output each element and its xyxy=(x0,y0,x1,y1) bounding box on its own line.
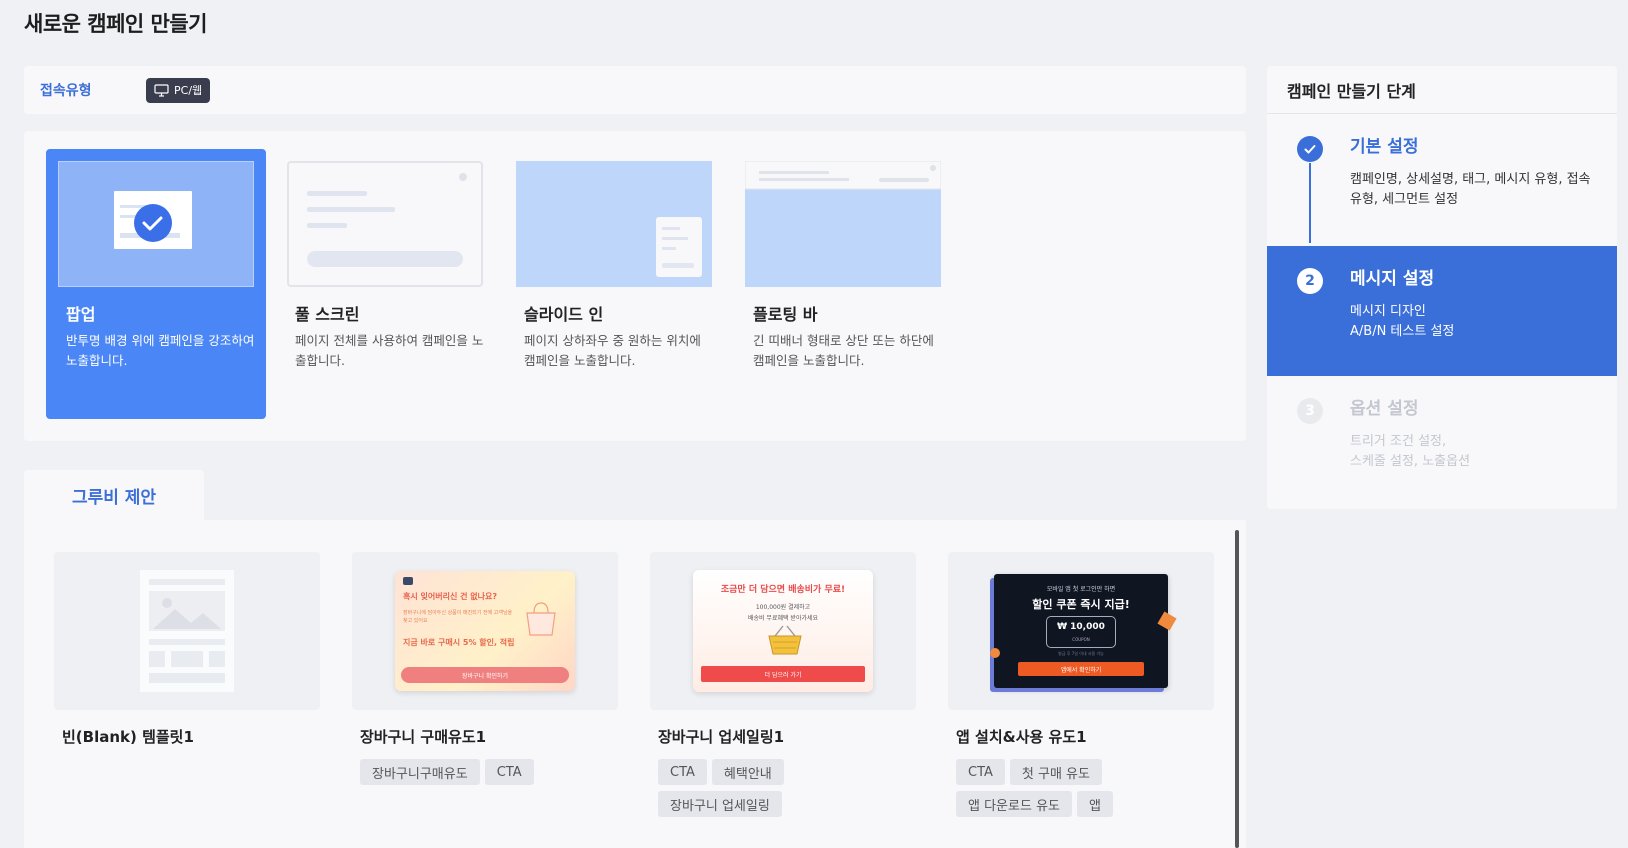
slide-in-thumbnail xyxy=(516,161,712,287)
tag: 앱 xyxy=(1077,791,1113,817)
type-card-slide-in[interactable]: 슬라이드 인 페이지 상하좌우 중 원하는 위치에 캠페인을 노출합니다. xyxy=(504,149,724,419)
step-title: 메시지 설정 xyxy=(1350,269,1435,289)
preview-top: 모바일 앱 첫 로그인만 하면 xyxy=(1046,586,1116,593)
cart-purchase-preview: 혹시 잊어버리신 건 없나요? 장바구니에 담아두신 상품이 매진되기 전에 고… xyxy=(395,571,575,691)
monitor-icon xyxy=(154,83,169,97)
decor-cube xyxy=(1157,611,1177,631)
tag: 첫 구매 유도 xyxy=(1009,759,1102,785)
access-type-chip-pc-web[interactable]: PC/웹 xyxy=(146,77,211,103)
tab-groobee-suggestions[interactable]: 그루비 제안 xyxy=(24,470,204,521)
template-card-cart-purchase[interactable]: 혹시 잊어버리신 건 없나요? 장바구니에 담아두신 상품이 매진되기 전에 고… xyxy=(352,552,618,785)
type-card-popup[interactable]: 팝업 반투명 배경 위에 캠페인을 강조하여 노출합니다. xyxy=(46,149,266,419)
suggestions-scrollbar[interactable] xyxy=(1235,530,1239,848)
full-screen-thumbnail xyxy=(287,161,483,287)
step-message-settings[interactable]: 2 메시지 설정 메시지 디자인 A/B/N 테스트 설정 xyxy=(1267,246,1617,376)
step-connector xyxy=(1309,163,1311,243)
access-type-chip-label: PC/웹 xyxy=(174,84,203,97)
preview-headline: 혹시 잊어버리신 건 없나요? xyxy=(403,592,497,601)
tag: 장바구니 업세일링 xyxy=(658,791,782,817)
type-card-name: 슬라이드 인 xyxy=(524,305,604,324)
tag: 혜택안내 xyxy=(711,759,784,785)
check-icon xyxy=(1297,136,1323,162)
template-card-app-install[interactable]: 모바일 앱 첫 로그인만 하면 할인 쿠폰 즉시 지급! ₩ 10,000 CO… xyxy=(948,552,1214,817)
coupon-label: COUPON xyxy=(1072,637,1090,642)
preview-offer: 지금 바로 구매시 5% 할인, 적립 xyxy=(403,638,515,647)
type-card-desc: 페이지 전체를 사용하여 캠페인을 노출합니다. xyxy=(295,333,484,368)
step-desc: 캠페인명, 상세설명, 태그, 메시지 유형, 접속 유형, 세그먼트 설정 xyxy=(1350,172,1591,207)
preview-headline: 조금만 더 담으면 배송비가 무료! xyxy=(720,585,846,595)
template-tags: CTA 첫 구매 유도 앱 다운로드 유도 앱 xyxy=(956,759,1196,817)
preview-body: 장바구니에 담아두신 상품이 매진되기 전에 고객님을 찾고 있어요 xyxy=(403,610,513,624)
preview-body-2: 배송비 무료혜택 받아가세요 xyxy=(747,615,819,622)
template-name: 빈(Blank) 템플릿1 xyxy=(62,728,194,746)
popup-thumbnail xyxy=(58,161,254,287)
preview-fine-print: 발급 후 7일 이내 사용 가능 xyxy=(1058,651,1104,656)
decor-ball xyxy=(990,648,1000,658)
app-install-preview: 모바일 앱 첫 로그인만 하면 할인 쿠폰 즉시 지급! ₩ 10,000 CO… xyxy=(990,574,1177,688)
shopping-bag-icon xyxy=(526,602,556,636)
template-thumbnail: 조금만 더 담으면 배송비가 무료! 100,000원 결제하고 배송비 무료혜… xyxy=(650,552,916,710)
template-thumbnail: 혹시 잊어버리신 건 없나요? 장바구니에 담아두신 상품이 매진되기 전에 고… xyxy=(352,552,618,710)
type-card-full-screen[interactable]: 풀 스크린 페이지 전체를 사용하여 캠페인을 노출합니다. xyxy=(275,149,495,419)
step-desc: 메시지 디자인 A/B/N 테스트 설정 xyxy=(1350,304,1455,339)
template-name: 장바구니 업세일링1 xyxy=(658,728,785,746)
template-tags: CTA 혜택안내 장바구니 업세일링 xyxy=(658,759,898,817)
campaign-type-panel: 팝업 반투명 배경 위에 캠페인을 강조하여 노출합니다. 풀 스크린 페이지 … xyxy=(24,131,1246,441)
type-card-name: 팝업 xyxy=(66,305,96,324)
coupon-value: ₩ 10,000 xyxy=(1057,622,1105,632)
step-option-settings[interactable]: 3 옵션 설정 트리거 조건 설정, 스케줄 설정, 노출옵션 xyxy=(1267,376,1617,506)
template-name: 앱 설치&사용 유도1 xyxy=(956,728,1087,746)
step-desc: 트리거 조건 설정, 스케줄 설정, 노출옵션 xyxy=(1350,434,1471,469)
preview-body-1: 100,000원 결제하고 xyxy=(755,604,811,611)
type-card-floating-bar[interactable]: 플로팅 바 긴 띠배너 형태로 상단 또는 하단에 캠페인을 노출합니다. xyxy=(733,149,953,419)
access-type-label: 접속유형 xyxy=(40,83,92,99)
preview-headline: 할인 쿠폰 즉시 지급! xyxy=(1032,598,1130,611)
type-card-desc: 긴 띠배너 형태로 상단 또는 하단에 캠페인을 노출합니다. xyxy=(753,333,934,368)
template-thumbnail xyxy=(54,552,320,710)
preview-button: 앱에서 확인하기 xyxy=(1018,662,1144,676)
type-card-desc: 반투명 배경 위에 캠페인을 강조하여 노출합니다. xyxy=(66,333,255,368)
step-basic-settings[interactable]: 기본 설정 캠페인명, 상세설명, 태그, 메시지 유형, 접속 유형, 세그먼… xyxy=(1267,114,1617,244)
tag: CTA xyxy=(484,759,534,785)
type-card-desc: 페이지 상하좌우 중 원하는 위치에 캠페인을 노출합니다. xyxy=(524,333,701,368)
tag: 앱 다운로드 유도 xyxy=(956,791,1072,817)
tag: CTA xyxy=(658,759,707,785)
campaign-steps-panel: 캠페인 만들기 단계 기본 설정 캠페인명, 상세설명, 태그, 메시지 유형,… xyxy=(1267,66,1617,509)
page-title: 새로운 캠페인 만들기 xyxy=(24,12,208,36)
step-number: 2 xyxy=(1297,268,1323,294)
bag-icon xyxy=(403,577,413,585)
floating-bar-thumbnail xyxy=(745,161,941,287)
step-title: 기본 설정 xyxy=(1350,137,1419,157)
blank-page-icon xyxy=(139,569,235,693)
template-thumbnail: 모바일 앱 첫 로그인만 하면 할인 쿠폰 즉시 지급! ₩ 10,000 CO… xyxy=(948,552,1214,710)
tag: CTA xyxy=(956,759,1005,785)
preview-button: 장바구니 확인하기 xyxy=(401,667,569,683)
access-type-bar: 접속유형 PC/웹 xyxy=(24,66,1246,114)
template-card-blank[interactable]: 빈(Blank) 템플릿1 xyxy=(54,552,320,747)
step-number: 3 xyxy=(1297,398,1323,424)
steps-title: 캠페인 만들기 단계 xyxy=(1267,66,1617,114)
type-card-name: 풀 스크린 xyxy=(295,305,360,324)
coupon-box: ₩ 10,000 COUPON xyxy=(1046,616,1116,648)
template-tags: 장바구니구매유도 CTA xyxy=(360,759,600,785)
step-title: 옵션 설정 xyxy=(1350,399,1419,419)
preview-button: 더 담으러 가기 xyxy=(701,666,865,682)
basket-icon xyxy=(768,625,802,655)
tag: 장바구니구매유도 xyxy=(360,759,480,785)
cart-upsell-preview: 조금만 더 담으면 배송비가 무료! 100,000원 결제하고 배송비 무료혜… xyxy=(693,570,873,692)
template-name: 장바구니 구매유도1 xyxy=(360,728,487,746)
type-card-name: 플로팅 바 xyxy=(753,305,818,324)
template-card-cart-upsell[interactable]: 조금만 더 담으면 배송비가 무료! 100,000원 결제하고 배송비 무료혜… xyxy=(650,552,916,817)
